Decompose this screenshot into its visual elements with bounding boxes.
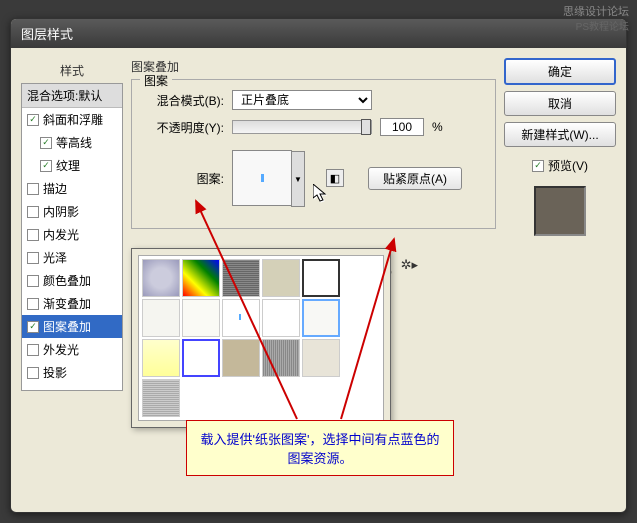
checkbox-icon[interactable]	[27, 321, 39, 333]
blend-mode-row: 混合模式(B): 正片叠底	[144, 90, 483, 110]
percent-label: %	[432, 120, 443, 134]
checkbox-icon[interactable]	[40, 137, 52, 149]
annotation-callout: 载入提供'纸张图案'，选择中间有点蓝色的图案资源。	[186, 420, 454, 476]
style-drop-shadow[interactable]: 投影	[22, 361, 122, 384]
style-label: 内发光	[43, 226, 79, 243]
checkbox-icon[interactable]	[27, 367, 39, 379]
style-label: 投影	[43, 364, 67, 381]
checkbox-icon[interactable]	[27, 275, 39, 287]
cancel-button[interactable]: 取消	[504, 91, 616, 116]
style-label: 图案叠加	[43, 318, 91, 335]
watermark-text: 思缘设计论坛	[563, 3, 629, 19]
checkbox-icon[interactable]	[40, 160, 52, 172]
style-label: 颜色叠加	[43, 272, 91, 289]
dialog-title: 图层样式	[11, 19, 626, 48]
style-bevel[interactable]: 斜面和浮雕	[22, 108, 122, 131]
opacity-input[interactable]	[380, 118, 424, 136]
checkbox-icon[interactable]	[27, 114, 39, 126]
new-preset-icon[interactable]: ◧	[326, 169, 344, 187]
style-label: 内阴影	[43, 203, 79, 220]
style-texture[interactable]: 纹理	[22, 154, 122, 177]
pattern-swatch[interactable]	[232, 150, 292, 206]
pattern-thumb[interactable]	[302, 259, 340, 297]
style-label: 等高线	[56, 134, 92, 151]
checkbox-icon[interactable]	[27, 298, 39, 310]
pattern-thumb[interactable]	[222, 259, 260, 297]
style-label: 光泽	[43, 249, 67, 266]
blend-mode-select[interactable]: 正片叠底	[232, 90, 372, 110]
checkbox-icon[interactable]	[27, 229, 39, 241]
pattern-thumb[interactable]	[222, 339, 260, 377]
pattern-thumb[interactable]	[182, 259, 220, 297]
style-outer-glow[interactable]: 外发光	[22, 338, 122, 361]
layer-style-dialog: 图层样式 样式 混合选项:默认 斜面和浮雕 等高线 纹理 描边 内阴影 内发光 …	[10, 18, 627, 513]
style-label: 纹理	[56, 157, 80, 174]
style-pattern-overlay[interactable]: 图案叠加	[22, 315, 122, 338]
fieldset-legend: 图案	[140, 72, 172, 89]
opacity-row: 不透明度(Y): %	[144, 118, 483, 136]
pattern-thumb-selected[interactable]	[302, 299, 340, 337]
style-contour[interactable]: 等高线	[22, 131, 122, 154]
pattern-thumb[interactable]	[142, 259, 180, 297]
checkbox-icon[interactable]	[27, 183, 39, 195]
pattern-fieldset: 图案 混合模式(B): 正片叠底 不透明度(Y): % 图案: ◧	[131, 79, 496, 229]
style-list: 混合选项:默认 斜面和浮雕 等高线 纹理 描边 内阴影 内发光 光泽 颜色叠加 …	[21, 83, 123, 391]
ok-button[interactable]: 确定	[504, 58, 616, 85]
opacity-slider[interactable]	[232, 120, 372, 134]
new-style-button[interactable]: 新建样式(W)...	[504, 122, 616, 147]
checkbox-icon[interactable]	[27, 206, 39, 218]
style-satin[interactable]: 光泽	[22, 246, 122, 269]
gear-icon[interactable]: ✲▸	[401, 257, 418, 273]
pattern-thumb[interactable]	[262, 339, 300, 377]
preview-swatch	[534, 186, 586, 236]
checkbox-icon[interactable]	[27, 252, 39, 264]
style-label: 外发光	[43, 341, 79, 358]
opacity-label: 不透明度(Y):	[144, 119, 224, 136]
pattern-picker-popup: ✲▸	[131, 248, 391, 428]
pattern-row: 图案: ◧ 贴紧原点(A)	[144, 150, 483, 206]
style-label: 渐变叠加	[43, 295, 91, 312]
pattern-thumb[interactable]	[142, 339, 180, 377]
watermark-text-2: PS教程论坛	[576, 18, 629, 33]
preview-checkbox[interactable]	[532, 160, 544, 172]
checkbox-icon[interactable]	[27, 344, 39, 356]
pattern-thumb[interactable]	[142, 299, 180, 337]
sidebar-heading: 样式	[21, 58, 123, 83]
snap-origin-button[interactable]: 贴紧原点(A)	[368, 167, 462, 190]
style-label: 描边	[43, 180, 67, 197]
main-title: 图案叠加	[131, 58, 496, 75]
blend-options-default[interactable]: 混合选项:默认	[22, 84, 122, 108]
preview-row: 预览(V)	[504, 157, 616, 174]
style-inner-glow[interactable]: 内发光	[22, 223, 122, 246]
style-label: 斜面和浮雕	[43, 111, 103, 128]
preview-label: 预览(V)	[548, 157, 588, 174]
pattern-thumb[interactable]	[222, 299, 260, 337]
pattern-thumb[interactable]	[262, 299, 300, 337]
right-column: 确定 取消 新建样式(W)... 预览(V)	[504, 58, 616, 503]
slider-thumb-icon[interactable]	[361, 119, 371, 135]
blend-mode-label: 混合模式(B):	[144, 92, 224, 109]
pattern-thumb[interactable]	[262, 259, 300, 297]
pattern-thumb[interactable]	[182, 299, 220, 337]
style-color-overlay[interactable]: 颜色叠加	[22, 269, 122, 292]
pattern-thumb[interactable]	[182, 339, 220, 377]
pattern-thumb[interactable]	[302, 339, 340, 377]
styles-sidebar: 样式 混合选项:默认 斜面和浮雕 等高线 纹理 描边 内阴影 内发光 光泽 颜色…	[21, 58, 123, 503]
style-inner-shadow[interactable]: 内阴影	[22, 200, 122, 223]
pattern-label: 图案:	[144, 170, 224, 187]
pattern-grid	[138, 255, 384, 421]
pattern-thumb[interactable]	[142, 379, 180, 417]
style-gradient-overlay[interactable]: 渐变叠加	[22, 292, 122, 315]
style-stroke[interactable]: 描边	[22, 177, 122, 200]
